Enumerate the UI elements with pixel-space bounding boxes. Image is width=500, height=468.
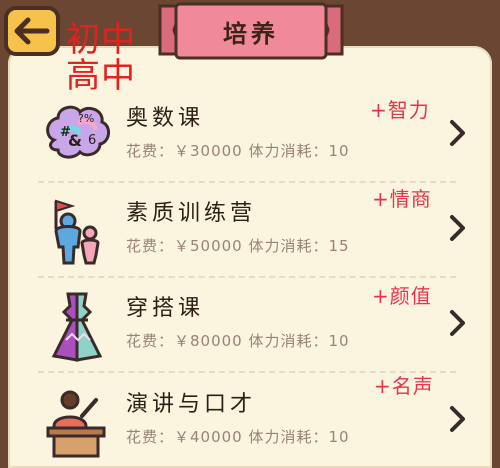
course-cost: 花费：￥40000 体力消耗：10	[126, 428, 350, 446]
back-arrow-icon	[14, 17, 50, 45]
svg-text:6: 6	[88, 133, 96, 148]
course-name: 穿搭课	[126, 296, 205, 321]
course-cost: 花费：￥50000 体力消耗：15	[126, 237, 350, 255]
chevron-right-icon	[450, 215, 465, 241]
back-button[interactable]	[4, 6, 60, 56]
chevron-right-icon	[450, 406, 465, 432]
course-cost: 花费：￥30000 体力消耗：10	[126, 142, 350, 160]
course-cost: 花费：￥80000 体力消耗：10	[126, 332, 350, 350]
course-item-math[interactable]: # ?% & 6 奥数课 花费：￥30000 体力消耗：10 +智力	[8, 90, 492, 182]
course-item-quality-camp[interactable]: 素质训练营 花费：￥50000 体力消耗：15 +情商	[8, 185, 492, 277]
parent-child-flag-icon	[54, 199, 100, 265]
svg-text:?%: ?%	[78, 112, 94, 125]
dress-icon	[51, 292, 103, 362]
overlay-annotation-junior: 初中	[66, 20, 136, 60]
course-name: 奥数课	[126, 106, 205, 131]
list-divider	[38, 276, 456, 278]
course-bonus: +情商	[372, 187, 432, 211]
page-title: 培养	[223, 20, 279, 48]
podium-speaker-icon	[46, 390, 106, 458]
chevron-right-icon	[450, 310, 465, 336]
course-name: 演讲与口才	[126, 392, 257, 417]
chevron-right-icon	[450, 120, 465, 146]
course-bonus: +智力	[370, 98, 430, 122]
overlay-annotation-senior: 高中	[66, 56, 136, 96]
course-bonus: +颜值	[372, 284, 432, 308]
svg-text:&: &	[68, 131, 82, 150]
math-brain-icon: # ?% & 6	[46, 105, 110, 159]
course-item-speech[interactable]: 演讲与口才 花费：￥40000 体力消耗：10 +名声	[8, 374, 492, 468]
title-banner: 培养	[158, 0, 344, 68]
course-bonus: +名声	[374, 374, 434, 398]
course-item-styling[interactable]: 穿搭课 花费：￥80000 体力消耗：10 +颜值	[8, 280, 492, 372]
course-name: 素质训练营	[126, 201, 257, 226]
